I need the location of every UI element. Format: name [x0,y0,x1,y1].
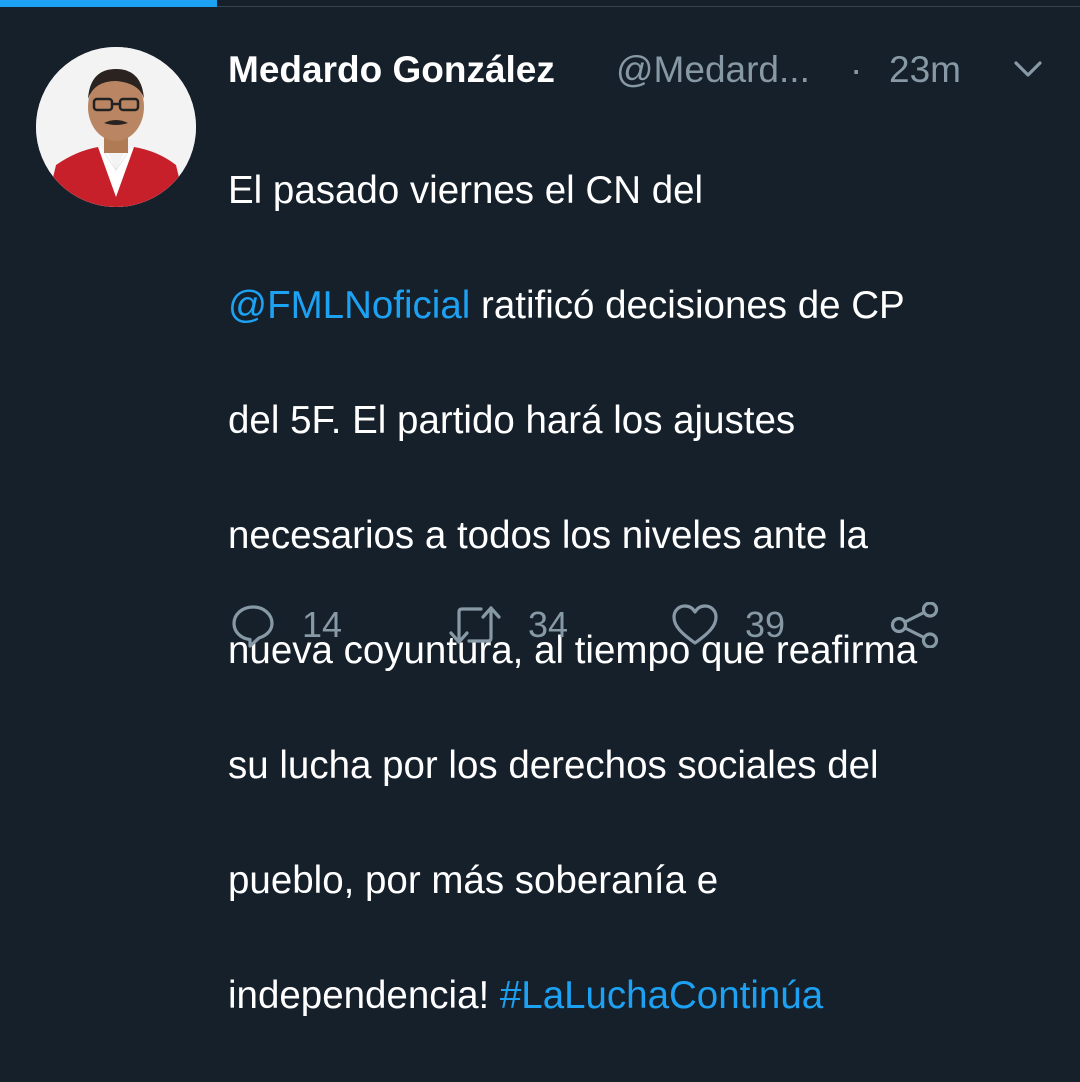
separator-dot: · [850,49,863,90]
tweet[interactable]: Medardo González @Medard... · 23m El pas… [0,7,1080,1017]
reply-icon [230,602,276,648]
heart-icon [671,602,719,648]
tweet-text-line: independencia! #LaLuchaContinúa [228,967,1048,1025]
hashtag-link[interactable]: #LaLuchaContinúa [500,974,823,1017]
mention-link[interactable]: @FMLNoficial [228,284,470,327]
tweet-text-line: necesarios a todos los niveles ante la [228,513,868,557]
share-button[interactable] [890,600,940,650]
display-name[interactable]: Medardo González [228,49,555,91]
action-bar: 14 34 39 [228,600,968,650]
user-handle[interactable]: @Medard... [616,49,810,91]
progress-indicator [0,0,217,7]
tweet-text: El pasado viernes el CN del @FMLNoficial… [228,104,1048,1082]
tweet-text-line: del 5F. El partido hará los ajustes [228,398,796,442]
like-count: 39 [745,604,786,645]
share-icon [890,602,940,648]
chevron-down-icon[interactable] [1012,57,1044,83]
tweet-text-segment: independencia! [228,973,500,1017]
tweet-text-line: su lucha por los derechos sociales del [228,743,879,787]
retweet-icon [448,602,502,648]
avatar[interactable] [36,47,196,207]
tweet-header: Medardo González @Medard... · 23m [228,47,1048,93]
tweet-text-line: @FMLNoficial ratificó decisiones de CP [228,277,1048,335]
retweet-count: 34 [528,604,569,645]
timestamp[interactable]: 23m [889,49,961,91]
reply-count: 14 [302,604,343,645]
tweet-text-line: pueblo, por más soberanía e [228,858,719,902]
avatar-photo [36,47,196,207]
retweet-button[interactable]: 34 [448,600,568,650]
like-button[interactable]: 39 [671,600,785,650]
reply-button[interactable]: 14 [230,600,342,650]
tweet-text-segment: ratificó decisiones de CP [470,283,905,327]
top-progress-bar [0,0,1080,7]
tweet-text-line: El pasado viernes el CN del [228,168,704,212]
